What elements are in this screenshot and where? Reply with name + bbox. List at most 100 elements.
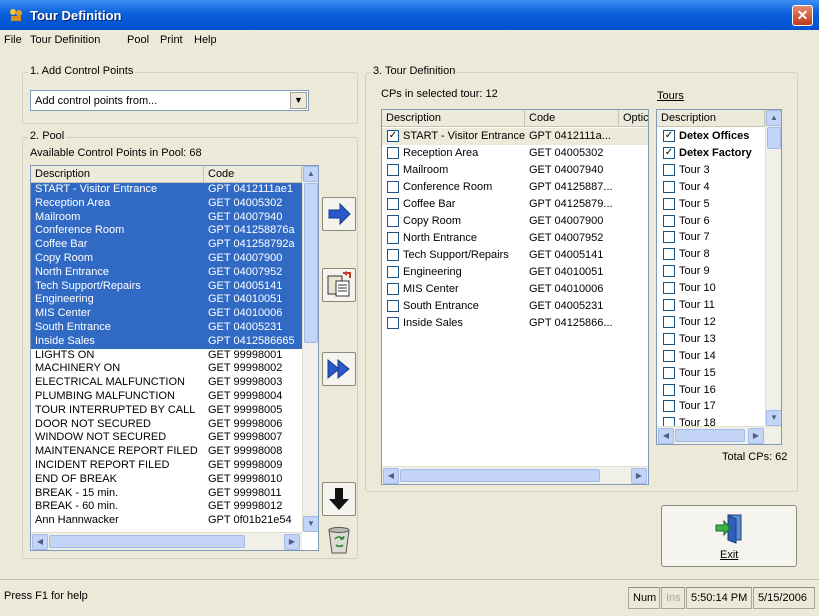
tours-vscroll-thumb[interactable] (767, 127, 781, 149)
checkbox-icon[interactable] (663, 282, 675, 295)
add-control-points-combo[interactable]: Add control points from... ▼ (30, 90, 309, 111)
menu-help[interactable]: Help (194, 34, 217, 46)
checkbox-icon[interactable] (663, 315, 675, 328)
tour-list-item[interactable]: Tour 13 (657, 331, 765, 348)
checkbox-icon[interactable] (663, 400, 675, 413)
scroll-up-icon[interactable]: ▲ (303, 166, 318, 182)
checkbox-icon[interactable] (387, 181, 399, 193)
pool-vscroll-thumb[interactable] (304, 183, 318, 343)
close-button[interactable]: ✕ (792, 5, 813, 26)
checkbox-icon[interactable] (387, 147, 399, 159)
scroll-right-icon[interactable]: ▶ (748, 428, 764, 444)
checkbox-icon[interactable] (663, 180, 675, 193)
tour-cp-list[interactable]: Description Code Optic ✓ START - Visitor … (381, 109, 649, 485)
pool-vscrollbar[interactable]: ▲ ▼ (302, 166, 318, 532)
checkbox-icon[interactable] (663, 214, 675, 227)
checkbox-checked-icon[interactable]: ✓ (663, 130, 675, 142)
pool-row[interactable]: Tech Support/Repairs GET 04005141 (31, 279, 302, 294)
tour-row[interactable]: North Entrance GET 04007952 (382, 230, 648, 247)
tours-col-description[interactable]: Description (657, 110, 765, 127)
tour-list-item[interactable]: Tour 12 (657, 314, 765, 331)
checkbox-icon[interactable] (663, 299, 675, 311)
scroll-right-icon[interactable]: ▶ (284, 534, 300, 550)
checkbox-checked-icon[interactable]: ✓ (387, 130, 399, 142)
pool-row[interactable]: TOUR INTERRUPTED BY CALL GET 99998005 (31, 404, 302, 418)
tour-row[interactable]: MIS Center GET 04010006 (382, 281, 648, 298)
pool-list[interactable]: Description Code START - Visitor Entranc… (30, 165, 319, 551)
checkbox-icon[interactable] (663, 366, 675, 379)
pool-row[interactable]: BREAK - 15 min. GET 99998011 (31, 487, 302, 501)
pool-row[interactable]: MIS Center GET 04010006 (31, 307, 302, 322)
menu-file[interactable]: File (4, 34, 22, 46)
pool-row[interactable]: MAINTENANCE REPORT FILED GET 99998008 (31, 445, 302, 459)
checkbox-icon[interactable] (387, 164, 399, 176)
tour-row[interactable]: South Entrance GET 04005231 (382, 298, 648, 315)
pool-row[interactable]: PLUMBING MALFUNCTION GET 99998004 (31, 390, 302, 404)
pool-row[interactable]: INCIDENT REPORT FILED GET 99998009 (31, 459, 302, 473)
tour-col-description[interactable]: Description (382, 110, 525, 127)
checkbox-icon[interactable] (387, 215, 399, 227)
tour-row[interactable]: ✓ START - Visitor Entrance GPT 0412111a... (382, 128, 648, 145)
move-down-button[interactable] (322, 482, 356, 516)
paste-button[interactable] (322, 268, 356, 302)
tour-list-item[interactable]: Tour 4 (657, 179, 765, 196)
checkbox-icon[interactable] (663, 332, 675, 345)
pool-col-description[interactable]: Description (31, 166, 204, 183)
pool-row[interactable]: Conference Room GPT 041258876a (31, 224, 302, 239)
checkbox-icon[interactable] (387, 232, 399, 244)
checkbox-icon[interactable] (387, 283, 399, 295)
checkbox-icon[interactable] (387, 300, 399, 312)
pool-row[interactable]: Coffee Bar GPT 041258792a (31, 238, 302, 253)
tour-row[interactable]: Mailroom GET 04007940 (382, 162, 648, 179)
checkbox-icon[interactable] (663, 383, 675, 396)
pool-row[interactable]: END OF BREAK GET 99998010 (31, 473, 302, 487)
tour-row[interactable]: Engineering GET 04010051 (382, 264, 648, 281)
checkbox-icon[interactable] (387, 249, 399, 261)
pool-row[interactable]: Engineering GET 04010051 (31, 293, 302, 308)
tour-list-item[interactable]: Tour 17 (657, 398, 765, 415)
pool-row[interactable]: DOOR NOT SECURED GET 99998006 (31, 418, 302, 432)
pool-row[interactable]: MACHINERY ON GET 99998002 (31, 362, 302, 376)
scroll-right-icon[interactable]: ▶ (631, 468, 647, 484)
tour-col-optic[interactable]: Optic (619, 110, 648, 127)
scroll-left-icon[interactable]: ◀ (658, 428, 674, 444)
checkbox-icon[interactable] (387, 266, 399, 278)
tour-row[interactable]: Tech Support/Repairs GET 04005141 (382, 247, 648, 264)
tour-list-item[interactable]: Tour 14 (657, 348, 765, 365)
tour-list-item[interactable]: Tour 11 (657, 297, 765, 314)
scroll-left-icon[interactable]: ◀ (383, 468, 399, 484)
tour-col-code[interactable]: Code (525, 110, 619, 127)
scroll-left-icon[interactable]: ◀ (32, 534, 48, 550)
pool-row[interactable]: LIGHTS ON GET 99998001 (31, 349, 302, 363)
checkbox-icon[interactable] (387, 198, 399, 210)
tour-list-item[interactable]: Tour 6 (657, 213, 765, 230)
tour-list-item[interactable]: Tour 9 (657, 263, 765, 280)
tour-list-item[interactable]: ✓ Detex Factory (657, 145, 765, 162)
menu-pool[interactable]: Pool (127, 34, 149, 46)
chevron-down-icon[interactable]: ▼ (290, 92, 307, 109)
pool-row[interactable]: START - Visitor Entrance GPT 0412111ae1 (31, 183, 302, 197)
pool-row[interactable]: South Entrance GET 04005231 (31, 321, 302, 335)
tour-list-item[interactable]: ✓ Detex Offices (657, 128, 765, 145)
tour-list-item[interactable]: Tour 5 (657, 196, 765, 213)
tour-hscroll-thumb[interactable] (400, 469, 600, 482)
add-to-tour-button[interactable] (322, 197, 356, 231)
pool-row[interactable]: WINDOW NOT SECURED GET 99998007 (31, 431, 302, 445)
tour-row[interactable]: Inside Sales GPT 04125866... (382, 315, 648, 332)
tour-list-item[interactable]: Tour 15 (657, 365, 765, 382)
pool-row[interactable]: BREAK - 60 min. GET 99998012 (31, 500, 302, 514)
pool-hscrollbar[interactable]: ◀ ▶ (31, 532, 302, 550)
tour-hscrollbar[interactable]: ◀ ▶ (382, 466, 648, 484)
checkbox-checked-icon[interactable]: ✓ (663, 146, 675, 159)
tours-list[interactable]: Description ✓ Detex Offices ✓ Detex Factory… (656, 109, 782, 445)
pool-row[interactable]: Mailroom GET 04007940 (31, 210, 302, 225)
checkbox-icon[interactable] (663, 163, 675, 176)
tours-vscrollbar[interactable]: ▲ ▼ (765, 110, 781, 426)
add-all-button[interactable] (322, 352, 356, 386)
exit-button[interactable]: Exit (661, 505, 797, 567)
tours-hscrollbar[interactable]: ◀ ▶ (657, 426, 781, 444)
scroll-down-icon[interactable]: ▼ (766, 410, 781, 426)
pool-row[interactable]: Ann Hannwacker GPT 0f01b21e54 (31, 514, 302, 528)
tour-list-item[interactable]: Tour 8 (657, 246, 765, 263)
checkbox-icon[interactable] (663, 197, 675, 210)
